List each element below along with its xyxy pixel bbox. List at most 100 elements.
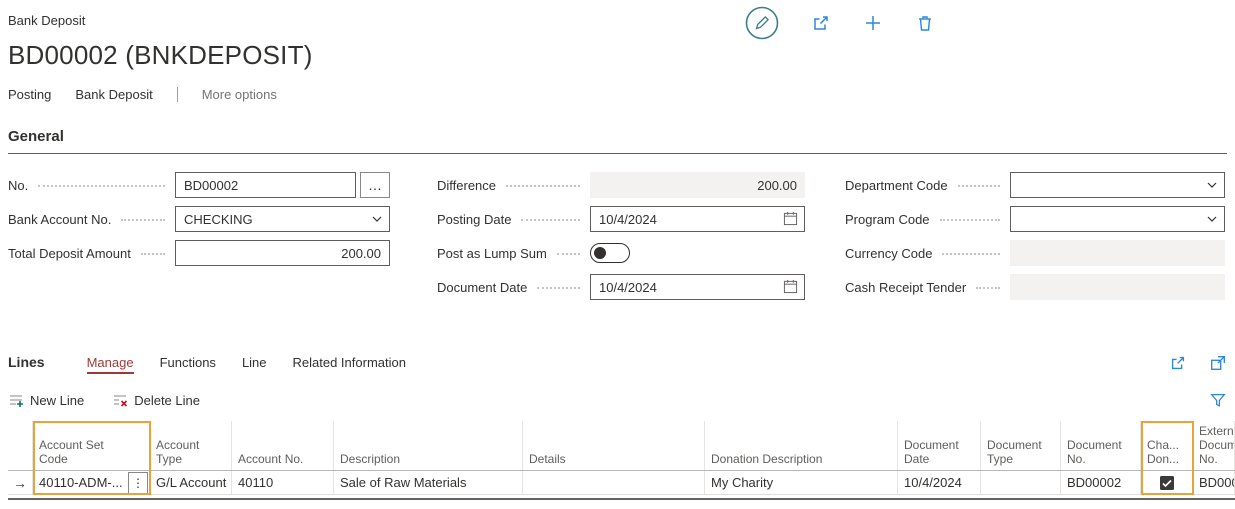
bank-deposit-page: Bank Deposit	[0, 0, 1235, 509]
posting-date-label: Posting Date	[437, 212, 511, 227]
table-bottom-line	[8, 498, 1235, 500]
field-department-code: Department Code	[845, 172, 1225, 198]
row-indicator-header	[8, 421, 33, 470]
new-line-label: New Line	[30, 393, 84, 408]
charity-donation-checkbox[interactable]	[1160, 476, 1174, 490]
posting-date-input[interactable]	[590, 206, 805, 232]
lines-table-header: Account Set Code Account Type Account No…	[8, 421, 1235, 471]
field-total-deposit-amount: Total Deposit Amount	[8, 240, 390, 266]
delete-line-label: Delete Line	[134, 393, 200, 408]
delete-button[interactable]	[915, 13, 935, 33]
table-row[interactable]: → 40110-ADM-... ⋮ G/L Account 40110 Sale…	[8, 471, 1235, 495]
page-title: BD00002 (BNKDEPOSIT)	[8, 40, 1235, 71]
new-line-button[interactable]: New Line	[8, 392, 84, 408]
filter-icon	[1209, 391, 1227, 409]
field-no: No. …	[8, 172, 390, 198]
col-header-account-no[interactable]: Account No.	[232, 421, 334, 470]
menu-posting[interactable]: Posting	[8, 87, 51, 102]
col-header-account-type[interactable]: Account Type	[150, 421, 232, 470]
breadcrumb[interactable]: Bank Deposit	[8, 13, 85, 28]
document-date-input[interactable]	[590, 274, 805, 300]
form-column-1: No. … Bank Account No. CHECKING Tota	[8, 172, 390, 308]
tab-manage[interactable]: Manage	[87, 355, 134, 374]
general-form: No. … Bank Account No. CHECKING Tota	[8, 172, 1235, 308]
field-bank-account-no: Bank Account No. CHECKING	[8, 206, 390, 232]
share-lines-button[interactable]	[1169, 354, 1187, 372]
program-code-select[interactable]	[1010, 206, 1225, 232]
post-as-lump-sum-label: Post as Lump Sum	[437, 246, 547, 261]
action-menu: Posting Bank Deposit More options	[8, 87, 1235, 102]
post-as-lump-sum-toggle[interactable]	[590, 243, 630, 263]
account-set-code-value: 40110-ADM-...	[39, 475, 123, 490]
department-code-select[interactable]	[1010, 172, 1225, 198]
col-header-document-type[interactable]: Document Type	[981, 421, 1061, 470]
col-header-description[interactable]: Description	[334, 421, 523, 470]
form-column-2: Difference 200.00 Posting Date	[437, 172, 805, 308]
cell-document-no[interactable]: BD00002	[1061, 471, 1141, 494]
dotted-leader	[38, 185, 165, 187]
top-actions	[745, 6, 935, 40]
trash-icon	[915, 13, 935, 33]
currency-code-label: Currency Code	[845, 246, 932, 261]
tab-related-information[interactable]: Related Information	[293, 355, 406, 374]
new-button[interactable]	[863, 13, 883, 33]
tab-functions[interactable]: Functions	[160, 355, 216, 374]
dotted-leader	[521, 219, 580, 221]
field-currency-code: Currency Code	[845, 240, 1225, 266]
cell-account-no[interactable]: 40110	[232, 471, 334, 494]
department-code-label: Department Code	[845, 178, 948, 193]
cell-donation-description[interactable]: My Charity	[705, 471, 898, 494]
field-document-date: Document Date	[437, 274, 805, 300]
bank-account-no-select[interactable]: CHECKING	[175, 206, 390, 232]
form-column-3: Department Code Program Code	[845, 172, 1225, 308]
cell-charity-donation	[1141, 471, 1193, 494]
active-row-indicator: →	[8, 471, 33, 494]
dotted-leader	[121, 219, 165, 221]
col-header-details[interactable]: Details	[523, 421, 705, 470]
col-header-charity-donation[interactable]: Cha... Don...	[1141, 421, 1193, 470]
cell-document-date[interactable]: 10/4/2024	[898, 471, 981, 494]
col-header-external-document-no[interactable]: Extern Docum No.	[1193, 421, 1235, 470]
cell-document-type[interactable]	[981, 471, 1061, 494]
dotted-leader	[506, 185, 580, 187]
difference-value: 200.00	[590, 172, 805, 198]
bank-account-no-value: CHECKING	[184, 212, 253, 227]
lines-part-header: Lines Manage Functions Line Related Info…	[8, 354, 1227, 374]
chevron-down-icon	[1206, 213, 1218, 225]
col-header-document-date[interactable]: Document Date	[898, 421, 981, 470]
dotted-leader	[976, 287, 1000, 289]
no-label: No.	[8, 178, 28, 193]
no-input[interactable]	[175, 172, 356, 198]
cell-account-type[interactable]: G/L Account	[150, 471, 232, 494]
plus-icon	[863, 13, 883, 33]
lines-table: Account Set Code Account Type Account No…	[8, 421, 1235, 495]
currency-code-value	[1010, 240, 1225, 266]
col-header-donation-description[interactable]: Donation Description	[705, 421, 898, 470]
menu-bank-deposit[interactable]: Bank Deposit	[75, 87, 152, 102]
program-code-label: Program Code	[845, 212, 930, 227]
open-in-new-window-button[interactable]	[1209, 354, 1227, 372]
document-date-label: Document Date	[437, 280, 527, 295]
more-options[interactable]: More options	[202, 87, 277, 102]
tab-line[interactable]: Line	[242, 355, 267, 374]
cell-description[interactable]: Sale of Raw Materials	[334, 471, 523, 494]
cell-assist-button[interactable]: ⋮	[128, 472, 148, 494]
cell-details[interactable]	[523, 471, 705, 494]
general-section-header[interactable]: General	[8, 128, 1227, 154]
no-assist-button[interactable]: …	[360, 172, 390, 198]
general-heading: General	[8, 128, 64, 145]
col-header-document-no[interactable]: Document No.	[1061, 421, 1141, 470]
delete-line-icon	[112, 392, 128, 408]
total-deposit-amount-input[interactable]	[175, 240, 390, 266]
dotted-leader	[557, 253, 580, 255]
filter-button[interactable]	[1209, 391, 1227, 409]
col-header-account-set-code[interactable]: Account Set Code	[33, 421, 150, 470]
cell-account-set-code[interactable]: 40110-ADM-... ⋮	[33, 471, 150, 494]
delete-line-button[interactable]: Delete Line	[112, 392, 200, 408]
lines-toolbar: New Line Delete Line	[8, 391, 1227, 409]
share-button[interactable]	[811, 13, 831, 33]
cell-external-document-no[interactable]: BD00002	[1193, 471, 1235, 494]
edit-button[interactable]	[745, 6, 779, 40]
field-program-code: Program Code	[845, 206, 1225, 232]
chevron-down-icon	[1206, 179, 1218, 191]
